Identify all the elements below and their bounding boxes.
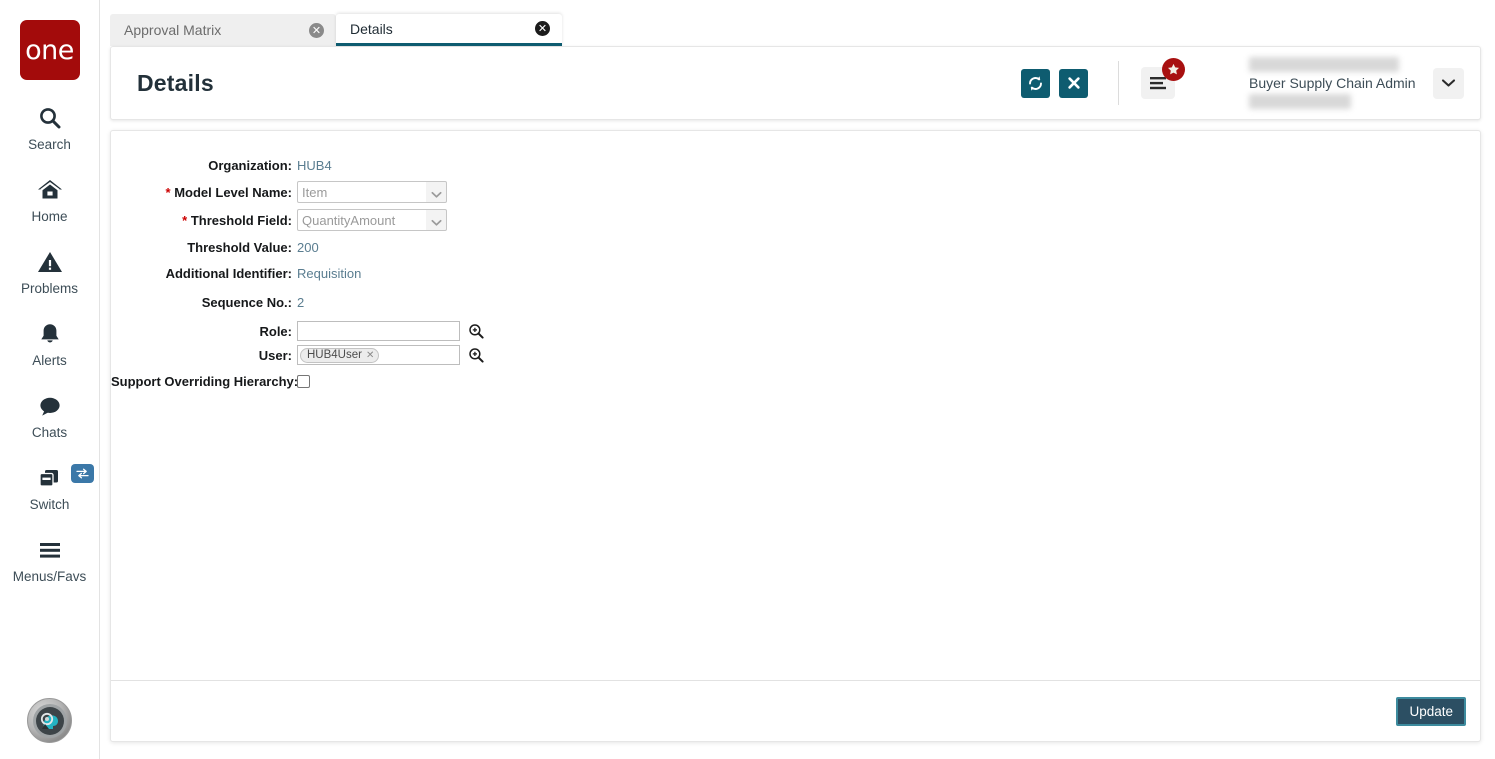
field-label: User: bbox=[258, 347, 292, 363]
field-label: Support Overriding Hierarchy: bbox=[111, 373, 299, 389]
sidebar-item-chats[interactable]: Chats bbox=[0, 389, 100, 440]
field-row-additional-identifier: Additional Identifier: Requisition bbox=[111, 263, 1480, 283]
field-row-user: User: HUB4User ✕ bbox=[111, 345, 1480, 365]
field-row-sequence-no: Sequence No.: 2 bbox=[111, 292, 1480, 312]
hamburger-icon bbox=[36, 533, 64, 567]
field-label: Organization: bbox=[208, 157, 292, 173]
switch-windows-icon bbox=[35, 461, 65, 495]
search-icon bbox=[37, 101, 63, 135]
user-role-label: Buyer Supply Chain Admin bbox=[1249, 75, 1416, 91]
left-nav-rail: one Search Home Problems Alerts Chats Sw… bbox=[0, 0, 100, 759]
sidebar-item-search[interactable]: Search bbox=[0, 101, 100, 152]
redacted-user-name bbox=[1249, 57, 1399, 72]
remove-x-icon[interactable]: ✕ bbox=[366, 350, 374, 361]
sidebar-item-label: Chats bbox=[31, 425, 68, 440]
form-footer: Update bbox=[111, 680, 1480, 741]
threshold-field-select[interactable]: QuantityAmount bbox=[297, 209, 447, 231]
warning-triangle-icon bbox=[36, 245, 64, 279]
content-shell: Details Buyer Supply Chain Admin Organiz… bbox=[110, 46, 1481, 751]
field-label: Sequence No.: bbox=[201, 294, 292, 310]
field-label: * Model Level Name: bbox=[165, 184, 292, 200]
field-row-role: Role: bbox=[111, 321, 1480, 341]
chevron-down-icon bbox=[1441, 79, 1456, 87]
swap-arrows-icon[interactable] bbox=[70, 464, 94, 483]
close-button[interactable] bbox=[1059, 68, 1088, 98]
close-x-icon bbox=[1067, 77, 1080, 89]
field-label: Threshold Value: bbox=[187, 239, 292, 255]
home-icon bbox=[36, 173, 64, 207]
threshold-value: 200 bbox=[297, 239, 319, 255]
chat-bubble-icon bbox=[36, 389, 64, 423]
field-row-support-overriding-hierarchy: Support Overriding Hierarchy: bbox=[111, 371, 1480, 391]
field-row-model-level-name: * Model Level Name: Item bbox=[111, 181, 1480, 203]
field-row-threshold-field: * Threshold Field: QuantityAmount bbox=[111, 209, 1480, 231]
tab-label: Details bbox=[350, 20, 393, 37]
tab-bar: Approval Matrix ✕ Details ✕ bbox=[100, 0, 1495, 46]
role-input[interactable] bbox=[297, 321, 460, 341]
page-title: Details bbox=[137, 69, 214, 96]
details-form: Organization: HUB4 * Model Level Name: I… bbox=[111, 131, 1480, 680]
main-content: Approval Matrix ✕ Details ✕ Details Buye… bbox=[100, 0, 1495, 759]
refresh-button[interactable] bbox=[1021, 68, 1050, 98]
user-account-block[interactable]: Buyer Supply Chain Admin bbox=[1249, 55, 1421, 111]
field-row-organization: Organization: HUB4 bbox=[111, 155, 1480, 175]
support-overriding-hierarchy-checkbox[interactable] bbox=[297, 374, 310, 388]
ai-assistant-avatar[interactable] bbox=[27, 698, 72, 743]
sidebar-item-menus-favs[interactable]: Menus/Favs bbox=[0, 533, 100, 584]
user-menu-toggle[interactable] bbox=[1433, 67, 1464, 99]
model-level-name-select[interactable]: Item bbox=[297, 181, 447, 203]
field-label: Additional Identifier: bbox=[165, 265, 292, 281]
user-chip[interactable]: HUB4User ✕ bbox=[300, 347, 380, 363]
additional-identifier-value: Requisition bbox=[297, 265, 362, 281]
sidebar-item-switch[interactable]: Switch bbox=[0, 461, 100, 512]
user-chip-label: HUB4User bbox=[307, 349, 362, 361]
sidebar-item-alerts[interactable]: Alerts bbox=[0, 317, 100, 368]
bell-icon bbox=[36, 317, 64, 351]
close-circle-icon[interactable]: ✕ bbox=[309, 22, 324, 38]
search-magnifier-icon[interactable] bbox=[468, 323, 484, 339]
sidebar-item-label: Alerts bbox=[32, 353, 67, 368]
details-form-card: Organization: HUB4 * Model Level Name: I… bbox=[110, 130, 1481, 742]
tab-approval-matrix[interactable]: Approval Matrix ✕ bbox=[110, 14, 336, 46]
star-icon bbox=[1162, 58, 1185, 81]
tab-details[interactable]: Details ✕ bbox=[336, 14, 562, 46]
sidebar-item-problems[interactable]: Problems bbox=[0, 245, 100, 296]
required-asterisk: * bbox=[165, 184, 171, 200]
update-button[interactable]: Update bbox=[1396, 696, 1466, 726]
sidebar-item-label: Menus/Favs bbox=[12, 569, 87, 584]
menu-favorites-button[interactable] bbox=[1141, 58, 1185, 99]
page-header: Details Buyer Supply Chain Admin bbox=[110, 46, 1481, 120]
sidebar-item-label: Search bbox=[28, 137, 71, 152]
required-asterisk: * bbox=[182, 212, 188, 228]
sidebar-item-label: Problems bbox=[20, 281, 79, 296]
refresh-icon bbox=[1029, 75, 1042, 91]
field-label: Role: bbox=[259, 323, 292, 339]
field-row-threshold-value: Threshold Value: 200 bbox=[111, 237, 1480, 257]
sidebar-item-label: Switch bbox=[29, 497, 70, 512]
sidebar-item-home[interactable]: Home bbox=[0, 173, 100, 224]
hamburger-menu-icon bbox=[1150, 77, 1166, 90]
search-magnifier-icon[interactable] bbox=[468, 347, 484, 363]
tab-label: Approval Matrix bbox=[124, 22, 222, 38]
redacted-user-detail bbox=[1249, 94, 1351, 109]
user-chip-field[interactable]: HUB4User ✕ bbox=[297, 345, 460, 365]
app-logo[interactable]: one bbox=[19, 20, 80, 80]
organization-value: HUB4 bbox=[297, 157, 332, 173]
sequence-no-value: 2 bbox=[297, 294, 305, 310]
close-circle-icon[interactable]: ✕ bbox=[535, 21, 550, 36]
header-divider bbox=[1118, 61, 1119, 105]
sidebar-item-label: Home bbox=[31, 209, 68, 224]
field-label: * Threshold Field: bbox=[182, 212, 292, 228]
